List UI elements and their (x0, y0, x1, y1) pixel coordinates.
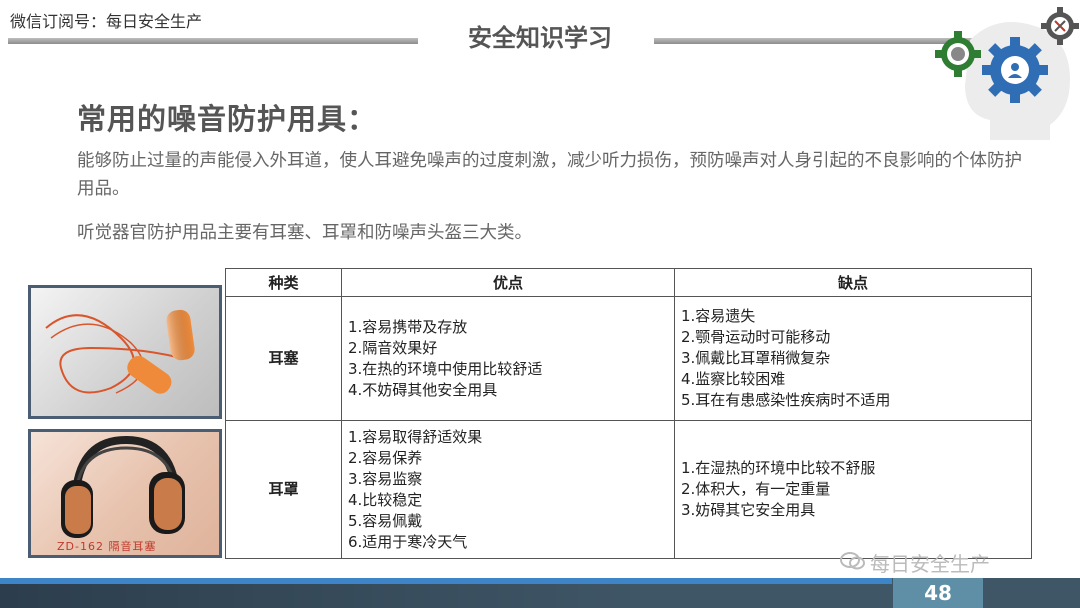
list-item: 4.比较稳定 (348, 490, 423, 509)
earmuff-photo: ZD-162 隔音耳塞 (28, 429, 222, 558)
header-pros: 优点 (341, 268, 675, 297)
table-header-row: 种类 优点 缺点 (225, 268, 1032, 297)
earmuff-illustration (61, 435, 185, 538)
watermark: 每日安全生产 (840, 548, 990, 577)
list-item: 2.颚骨运动时可能移动 (681, 328, 831, 346)
gears-logo-icon (935, 7, 1079, 140)
cons-cell: 1.在湿热的环境中比较不舒服 2.体积大，有一定重量 3.妨碍其它安全用具 (674, 420, 1032, 559)
kind-cell: 耳塞 (225, 296, 342, 421)
list-item: 1.容易携带及存放 (348, 317, 468, 336)
ppe-comparison-table: 种类 优点 缺点 耳塞 1.容易携带及存放 2.隔音效果好 3.在热的环境中使用… (225, 268, 1032, 559)
page-number: 48 (893, 578, 983, 608)
list-item: 4.不妨碍其他安全用具 (348, 380, 498, 399)
section-heading: 常用的噪音防护用具： (77, 102, 378, 136)
earplug-illustration (45, 309, 195, 394)
pros-cell: 1.容易取得舒适效果 2.容易保养 3.容易监察 4.比较稳定 5.容易佩戴 6… (341, 420, 675, 559)
list-item: 6.适用于寒冷天气 (348, 532, 468, 551)
wechat-icon (840, 551, 866, 576)
earplug-photo (28, 285, 222, 419)
table-row: 耳罩 1.容易取得舒适效果 2.容易保养 3.容易监察 4.比较稳定 5.容易佩… (225, 420, 1032, 559)
list-item: 3.妨碍其它安全用具 (681, 501, 816, 519)
kind-cell: 耳罩 (225, 420, 342, 559)
earmuff-caption: ZD-162 隔音耳塞 (57, 540, 157, 553)
footer-accent-line (0, 578, 892, 584)
list-item: 1.在湿热的环境中比较不舒服 (681, 459, 876, 477)
header-cons: 缺点 (674, 268, 1032, 297)
intro-paragraph: 能够防止过量的声能侵入外耳道，使人耳避免噪声的过度刺激，减少听力损伤，预防噪声对… (77, 151, 1022, 199)
list-item: 2.容易保养 (348, 448, 423, 467)
page-title: 安全知识学习 (468, 24, 612, 52)
title-bar: 安全知识学习 (0, 20, 1080, 64)
categories-paragraph: 听觉器官防护用品主要有耳塞、耳罩和防噪声头盔三大类。 (77, 223, 532, 243)
list-item: 3.佩戴比耳罩稍微复杂 (681, 349, 831, 367)
watermark-text: 每日安全生产 (870, 552, 990, 576)
title-rule-left (8, 38, 418, 44)
header-kind: 种类 (225, 268, 342, 297)
table-row: 耳塞 1.容易携带及存放 2.隔音效果好 3.在热的环境中使用比较舒适 4.不妨… (225, 296, 1032, 421)
list-item: 4.监察比较困难 (681, 370, 786, 388)
list-item: 1.容易取得舒适效果 (348, 427, 483, 446)
list-item: 2.隔音效果好 (348, 338, 438, 357)
list-item: 1.容易遗失 (681, 307, 756, 325)
list-item: 3.容易监察 (348, 469, 423, 488)
pros-cell: 1.容易携带及存放 2.隔音效果好 3.在热的环境中使用比较舒适 4.不妨碍其他… (341, 296, 675, 421)
cons-cell: 1.容易遗失 2.颚骨运动时可能移动 3.佩戴比耳罩稍微复杂 4.监察比较困难 … (674, 296, 1032, 421)
list-item: 5.容易佩戴 (348, 511, 423, 530)
list-item: 3.在热的环境中使用比较舒适 (348, 359, 543, 378)
list-item: 5.耳在有患感染性疾病时不适用 (681, 391, 891, 409)
list-item: 2.体积大，有一定重量 (681, 480, 831, 498)
